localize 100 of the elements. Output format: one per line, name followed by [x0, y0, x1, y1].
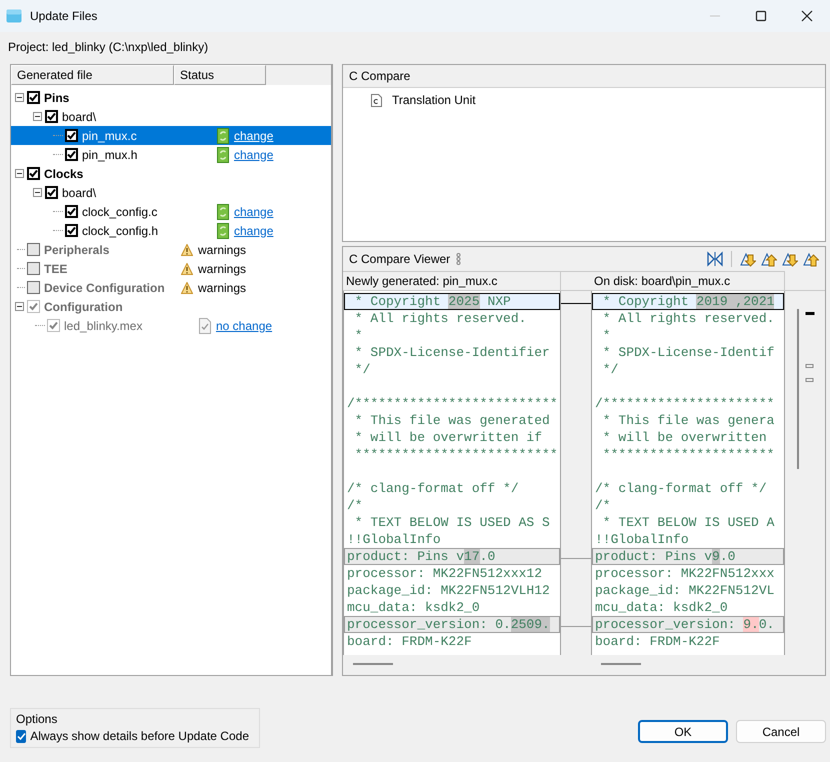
file-label: led_blinky.mex: [64, 318, 142, 332]
tree-row[interactable]: board\: [11, 107, 331, 126]
cancel-button[interactable]: Cancel: [736, 720, 826, 743]
maximize-icon[interactable]: [755, 10, 767, 22]
checkmark-icon: [47, 188, 56, 197]
checkmark-icon: [47, 112, 56, 121]
code-line: * TEXT BELOW IS USED A: [602, 514, 776, 531]
scrollbar-thumb[interactable]: [353, 663, 393, 665]
file-change-icon: [217, 222, 229, 238]
code-line: /* clang-format off */: [594, 480, 768, 497]
close-icon[interactable]: [801, 10, 813, 22]
code-line: * will be overwritten if: [354, 429, 544, 446]
code-line: board: FRDM-K22F: [346, 633, 473, 650]
window-title: Update Files: [30, 9, 98, 23]
code-line: board: FRDM-K22F: [594, 633, 721, 650]
checkmark-icon: [29, 93, 38, 102]
code-line: **************************: [354, 446, 559, 463]
code-line: *: [602, 327, 612, 344]
status-link[interactable]: change: [234, 224, 274, 238]
warning-icon: [181, 262, 193, 274]
code-line: * This file was genera: [602, 412, 776, 429]
code-line: **********************: [602, 446, 776, 463]
file-change-icon: [217, 204, 229, 220]
file-label: TEE: [44, 262, 68, 276]
status-link[interactable]: change: [234, 204, 274, 218]
drag-handle-icon: [456, 253, 462, 265]
collapse-icon[interactable]: [33, 188, 42, 197]
file-label: Pins: [44, 90, 70, 104]
tree-row[interactable]: Clocks: [11, 164, 331, 183]
tree-row[interactable]: clock_config.h change: [11, 221, 331, 240]
status-link[interactable]: change: [234, 148, 274, 162]
tree-row[interactable]: clock_config.c change: [11, 202, 331, 221]
tree-row[interactable]: pin_mux.h change: [11, 145, 331, 164]
checkmark-icon: [49, 321, 58, 330]
scrollbar-thumb[interactable]: [601, 663, 641, 665]
column-header[interactable]: Generated file: [11, 65, 174, 85]
next-difference-icon[interactable]: [782, 251, 798, 267]
collapse-icon[interactable]: [15, 169, 24, 178]
file-label: Peripherals: [44, 242, 110, 256]
checkmark-icon: [67, 131, 76, 140]
code-line: */: [354, 361, 372, 378]
checkmark-icon: [67, 207, 76, 216]
checkbox[interactable]: [27, 91, 40, 104]
ok-button[interactable]: OK: [638, 720, 728, 743]
tree-row[interactable]: board\: [11, 183, 331, 202]
checkbox[interactable]: [65, 224, 78, 237]
tree-row[interactable]: pin_mux.c change: [11, 126, 331, 145]
code-line: !!GlobalInfo: [594, 531, 690, 548]
next-change-icon[interactable]: [740, 251, 756, 267]
project-path: Project: led_blinky (C:\nxp\led_blinky): [8, 40, 208, 54]
file-check-icon: [199, 318, 211, 334]
app-icon: [6, 8, 22, 24]
file-label: Clocks: [44, 166, 84, 180]
code-line: mcu_data: ksdk2_0: [346, 599, 481, 616]
checkbox[interactable]: [65, 129, 78, 142]
file-label: board\: [62, 110, 96, 124]
code-line: /*: [594, 497, 612, 514]
panel-title: C Compare Viewer: [349, 252, 450, 266]
code-line: /**************************: [346, 395, 559, 412]
checkbox[interactable]: [65, 205, 78, 218]
code-line: /*: [346, 497, 364, 514]
checkbox[interactable]: [45, 186, 58, 199]
collapse-icon[interactable]: [33, 112, 42, 121]
checkbox[interactable]: [45, 110, 58, 123]
code-line: * All rights reserved.: [602, 310, 776, 327]
checkbox[interactable]: [16, 730, 26, 742]
code-line: * TEXT BELOW IS USED AS S: [354, 514, 551, 531]
c-file-icon: [371, 94, 382, 106]
previous-change-icon[interactable]: [761, 251, 777, 267]
checkbox[interactable]: [65, 148, 78, 161]
file-label: board\: [62, 186, 96, 200]
previous-difference-icon[interactable]: [803, 251, 819, 267]
status-link[interactable]: change: [234, 128, 274, 142]
tree-row[interactable]: Pins: [11, 88, 331, 107]
warning-icon: [181, 244, 193, 256]
code-line: * SPDX-License-Identifier: [354, 344, 551, 361]
code-line: /* clang-format off */: [346, 480, 520, 497]
code-line: * will be overwritten: [602, 429, 768, 446]
code-line: *: [354, 327, 364, 344]
swap-sides-icon[interactable]: [707, 251, 723, 267]
code-line: */: [602, 361, 620, 378]
collapse-icon[interactable]: [15, 93, 24, 102]
file-label: pin_mux.h: [82, 148, 138, 162]
group-title: Options: [16, 712, 58, 726]
code-line: package_id: MK22FN512VLH12: [346, 582, 551, 599]
checkmark-icon: [29, 302, 38, 311]
tree-item[interactable]: Translation Unit: [392, 93, 476, 107]
checkmark-icon: [29, 169, 38, 178]
panel-title: C Compare: [349, 69, 410, 83]
checkbox[interactable]: [27, 167, 40, 180]
code-line: processor: MK22FN512xxx12: [346, 565, 544, 582]
warning-icon: [181, 282, 193, 294]
scrollbar[interactable]: [797, 309, 799, 469]
file-change-icon: [217, 128, 229, 144]
code-line: /**********************: [594, 395, 776, 412]
file-label: clock_config.c: [82, 204, 158, 218]
status-text: warnings: [198, 242, 246, 256]
checkmark-icon: [67, 226, 76, 235]
file-label: pin_mux.c: [82, 128, 137, 142]
column-header[interactable]: Status: [174, 65, 266, 85]
